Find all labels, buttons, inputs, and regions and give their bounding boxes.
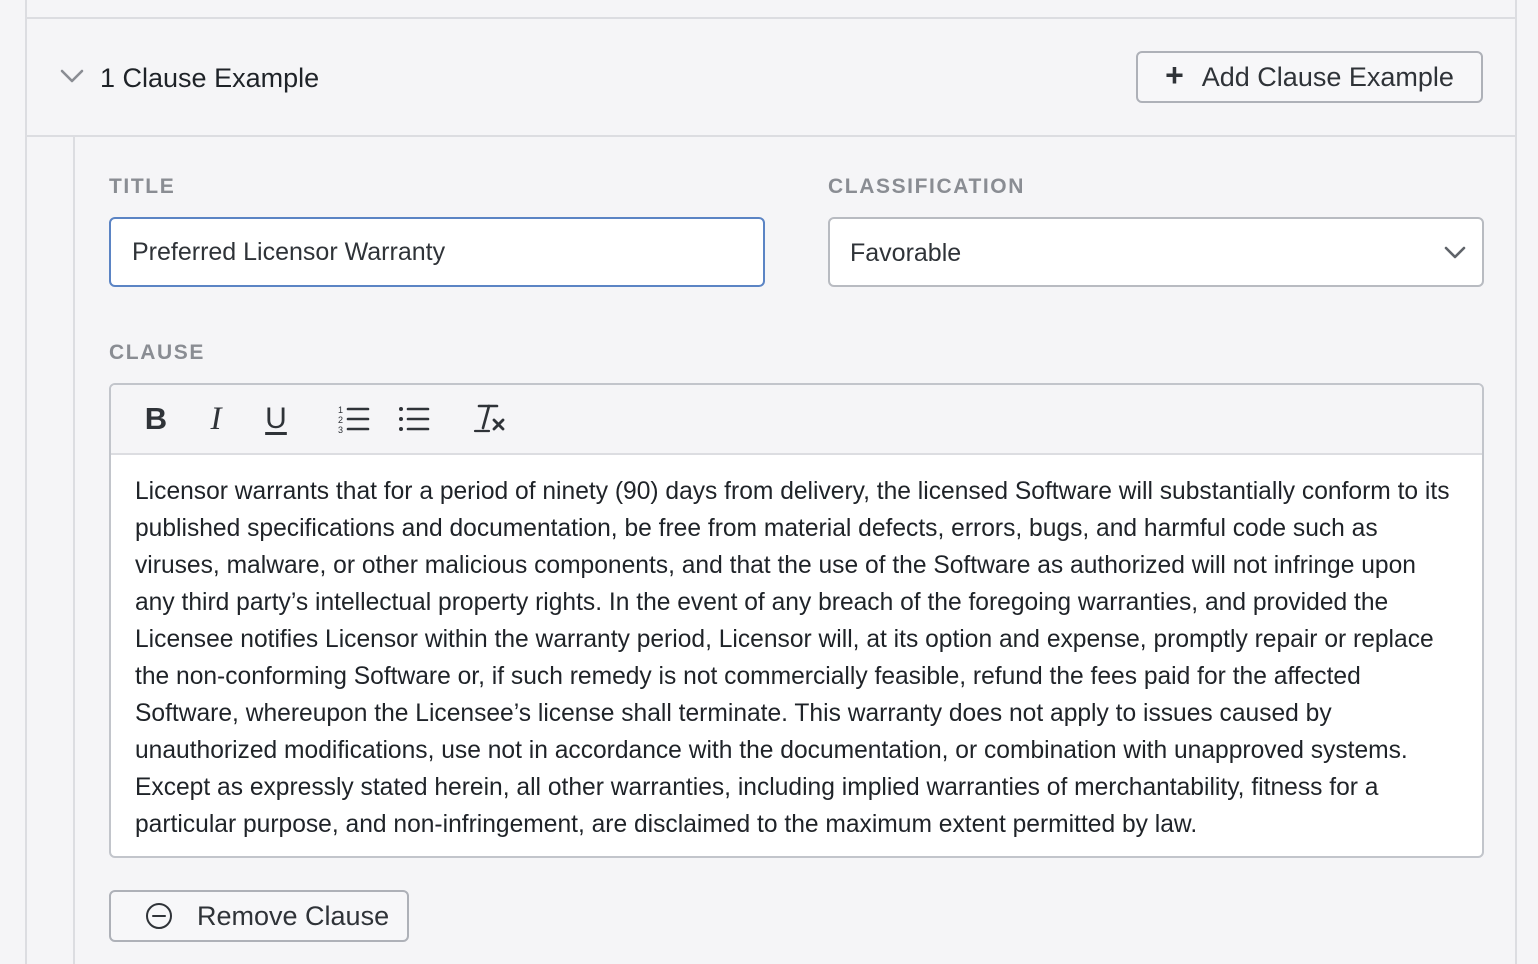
add-clause-example-button[interactable]: + Add Clause Example (1136, 51, 1483, 103)
clause-count-title: 1 Clause Example (100, 63, 320, 93)
title-input[interactable] (109, 217, 765, 287)
remove-clause-label: Remove Clause (197, 900, 390, 931)
clause-rich-text-editor: B I U 1 2 3 Licensor warrants that for a… (109, 383, 1484, 858)
underline-icon: U (265, 402, 287, 435)
clause-text-content[interactable]: Licensor warrants that for a period of n… (135, 473, 1458, 843)
chevron-down-icon (1444, 246, 1466, 259)
ordered-list-button[interactable]: 1 2 3 (335, 400, 373, 438)
svg-text:2: 2 (338, 415, 343, 425)
title-label: TITLE (109, 175, 176, 198)
italic-button[interactable]: I (197, 400, 235, 438)
clause-section-panel: 1 Clause Example + Add Clause Example TI… (25, 0, 1517, 964)
collapse-toggle[interactable] (59, 65, 85, 87)
bullet-list-icon (399, 407, 430, 431)
editor-toolbar: B I U 1 2 3 (111, 385, 1482, 455)
remove-clause-button[interactable]: Remove Clause (109, 890, 409, 942)
minus-circle-icon (146, 903, 172, 929)
previous-section-edge (27, 0, 1515, 19)
classification-label: CLASSIFICATION (828, 175, 1026, 198)
ordered-list-icon: 1 2 3 (338, 405, 370, 434)
svg-text:3: 3 (338, 425, 343, 434)
classification-value: Favorable (850, 239, 962, 267)
italic-icon: I (210, 400, 222, 437)
bold-icon: B (144, 401, 168, 436)
clear-formatting-button[interactable] (471, 400, 509, 438)
clause-example-form: TITLE CLASSIFICATION Favorable CLAUSE B … (73, 137, 1517, 964)
clear-formatting-icon (473, 404, 505, 433)
clause-examples-header: 1 Clause Example + Add Clause Example (27, 19, 1515, 137)
svg-text:1: 1 (338, 405, 343, 415)
classification-select[interactable]: Favorable (828, 217, 1484, 287)
clause-label: CLAUSE (109, 341, 205, 364)
chevron-down-icon (60, 69, 84, 83)
add-clause-example-label: Add Clause Example (1201, 61, 1454, 92)
underline-button[interactable]: U (257, 400, 295, 438)
page: 1 Clause Example + Add Clause Example TI… (0, 0, 1538, 964)
bullet-list-button[interactable] (395, 400, 433, 438)
plus-icon: + (1165, 57, 1184, 93)
bold-button[interactable]: B (137, 400, 175, 438)
